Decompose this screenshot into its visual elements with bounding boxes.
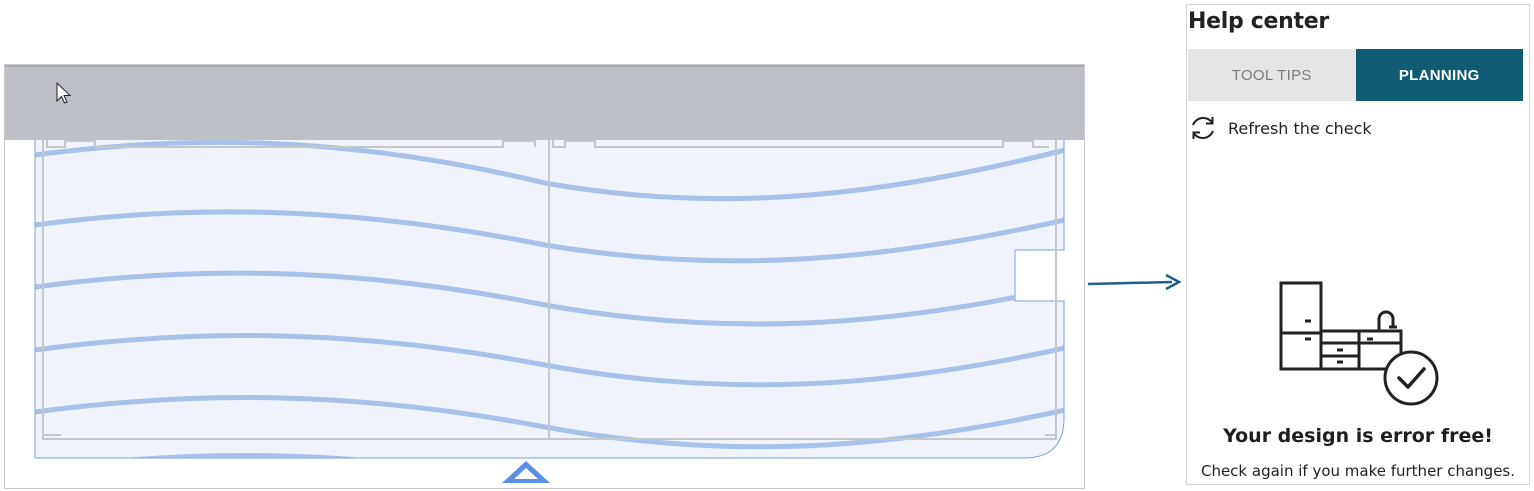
status-subtitle: Check again if you make further changes.: [1200, 462, 1516, 480]
help-center-panel: Help center TOOL TIPS PLANNING Refresh t…: [1186, 4, 1530, 485]
help-tabs: TOOL TIPS PLANNING: [1188, 49, 1523, 101]
refresh-icon: [1192, 116, 1214, 140]
refresh-check-button[interactable]: Refresh the check: [1188, 113, 1372, 143]
status-title: Your design is error free!: [1223, 425, 1493, 447]
canvas-topbar: [5, 65, 1084, 140]
connector-arrow-icon: [1087, 273, 1182, 291]
worktop-drawing[interactable]: [5, 65, 1084, 488]
collapse-handle-icon[interactable]: [500, 459, 552, 485]
tab-tool-tips[interactable]: TOOL TIPS: [1188, 49, 1356, 101]
kitchen-check-icon: [1279, 281, 1439, 406]
help-center-title: Help center: [1188, 9, 1329, 34]
tab-planning[interactable]: PLANNING: [1355, 49, 1523, 101]
refresh-check-label: Refresh the check: [1228, 118, 1372, 138]
design-canvas[interactable]: [4, 64, 1085, 489]
